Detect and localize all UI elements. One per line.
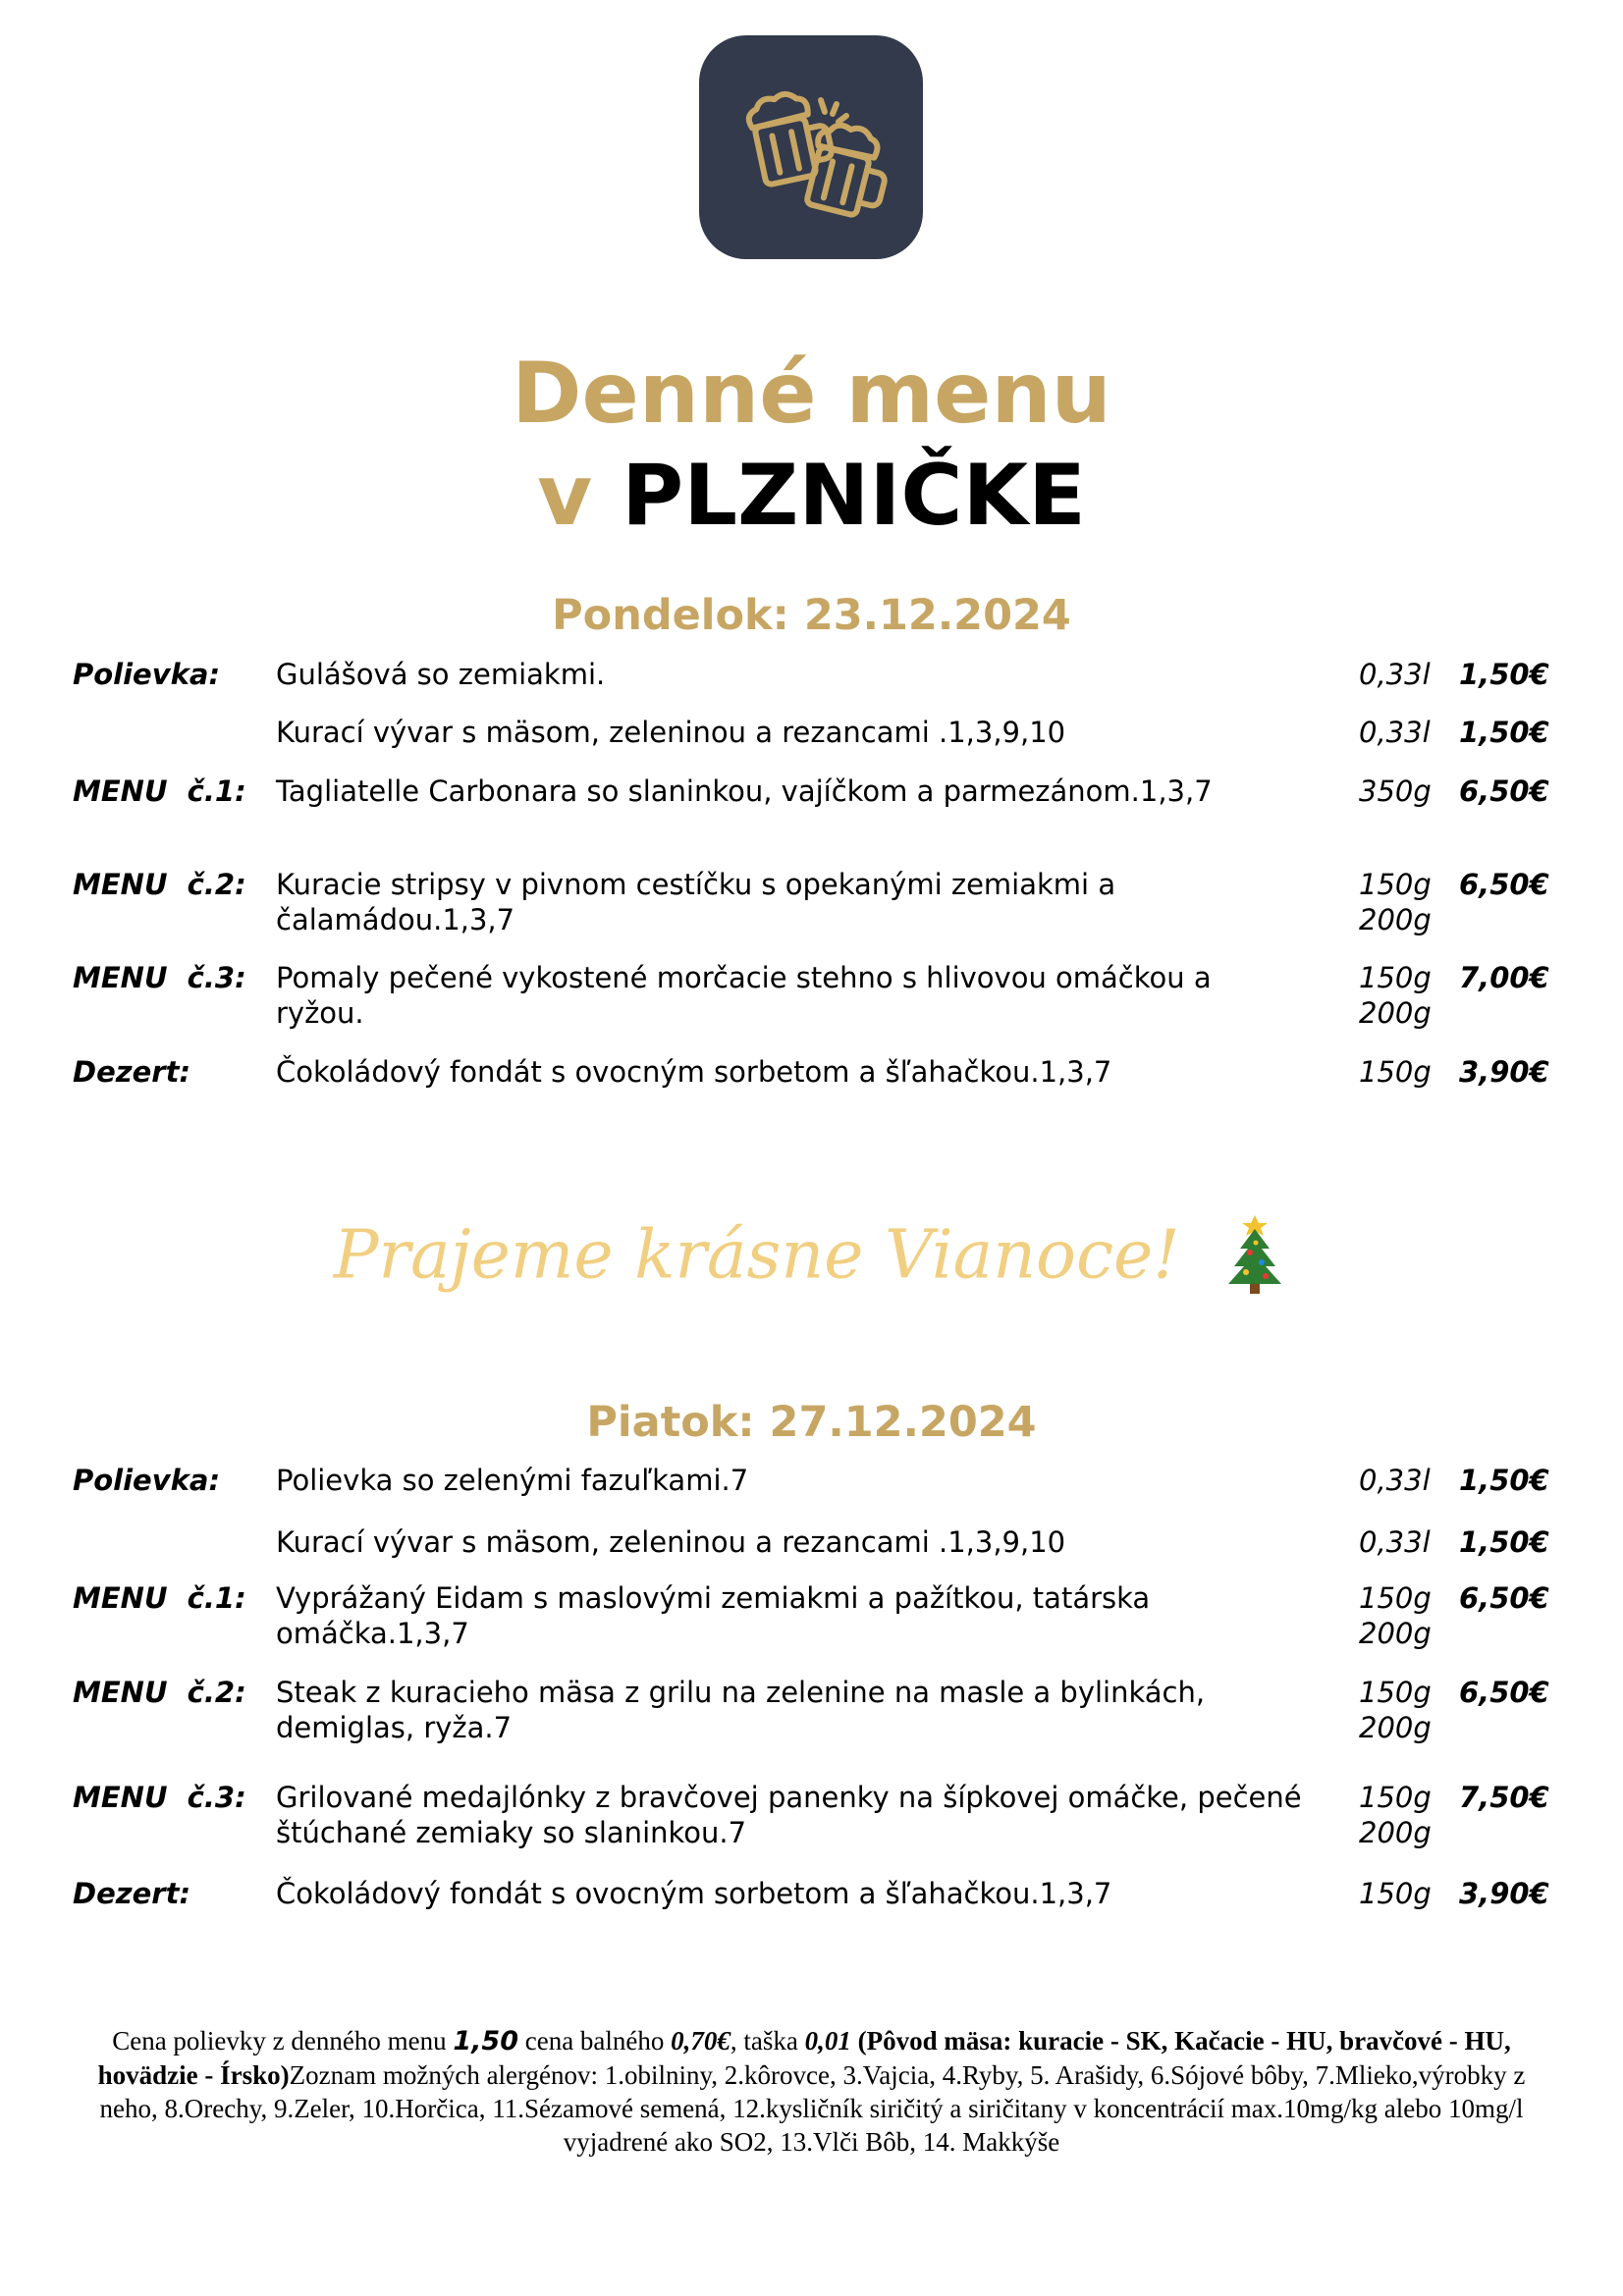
item-description: Grilované medajlónky z bravčovej panenky… <box>276 1781 1302 1849</box>
item-description: Gulášová so zemiakmi. <box>276 658 606 691</box>
item-label: Dezert: <box>73 1877 191 1910</box>
item-weight: 0,33l <box>1359 716 1431 749</box>
greeting-text: Prajeme krásne Vianoce! <box>333 1216 1180 1295</box>
christmas-tree-icon <box>1220 1213 1289 1308</box>
item-description: Pomaly pečené vykostené morčacie stehno … <box>276 961 1212 1030</box>
christmas-greeting: Prajeme krásne Vianoce! <box>0 1213 1623 1308</box>
item-price: 6,50€ <box>1459 1676 1549 1709</box>
item-label: Polievka: <box>73 1464 221 1497</box>
item-label: MENU č.3: <box>73 961 246 994</box>
item-label: Dezert: <box>73 1055 191 1089</box>
item-price: 6,50€ <box>1459 774 1549 808</box>
item-label: MENU č.1: <box>73 1581 246 1615</box>
item-price: 3,90€ <box>1459 1877 1549 1910</box>
item-price: 1,50€ <box>1459 1464 1549 1497</box>
item-description: Čokoládový fondát s ovocným sorbetom a š… <box>276 1055 1112 1089</box>
item-weight: 0,33l <box>1359 658 1431 691</box>
item-label: MENU č.1: <box>73 774 246 808</box>
title-name: PLZNIČKE <box>622 447 1086 545</box>
item-description: Vyprážaný Eidam s maslovými zemiakmi a p… <box>276 1581 1151 1650</box>
footer-text-1: Cena polievky z denného menu <box>112 2026 454 2056</box>
item-weight: 0,33l <box>1359 1464 1431 1497</box>
item-weight: 150g <box>1359 1877 1432 1910</box>
bag-price: 0,01 <box>804 2026 851 2056</box>
item-price: 6,50€ <box>1459 1581 1549 1615</box>
item-weight: 150g 200g <box>1359 1676 1432 1744</box>
item-description: Tagliatelle Carbonara so slaninkou, vají… <box>276 774 1213 808</box>
item-weight: 150g 200g <box>1359 1581 1432 1650</box>
item-price: 6,50€ <box>1459 868 1549 901</box>
footer-text-3: , taška <box>730 2026 805 2056</box>
item-description: Kurací vývar s mäsom, zeleninou a rezanc… <box>276 1525 1066 1559</box>
item-label: Polievka: <box>73 658 221 691</box>
packaging-price: 0,70€ <box>671 2026 730 2056</box>
item-description: Polievka so zelenými fazuľkami.7 <box>276 1464 749 1497</box>
item-label: MENU č.2: <box>73 868 246 901</box>
logo <box>699 35 923 259</box>
item-label: MENU č.2: <box>73 1676 246 1709</box>
day-heading-friday: Piatok: 27.12.2024 <box>586 1398 1037 1447</box>
item-description: Steak z kuracieho mäsa z grilu na zeleni… <box>276 1676 1206 1744</box>
day-heading-monday: Pondelok: 23.12.2024 <box>552 591 1071 640</box>
item-price: 1,50€ <box>1459 1525 1549 1559</box>
item-weight: 150g <box>1359 1055 1432 1089</box>
item-price: 7,00€ <box>1459 961 1549 994</box>
item-weight: 150g 200g <box>1359 961 1432 1030</box>
beer-mugs-icon <box>745 90 888 218</box>
item-weight: 150g 200g <box>1359 1781 1432 1849</box>
item-price: 3,90€ <box>1459 1055 1549 1089</box>
item-weight: 350g <box>1359 774 1432 808</box>
item-description: Kuracie stripsy v pivnom cestíčku s opek… <box>276 868 1116 936</box>
soup-price: 1,50 <box>453 2026 518 2056</box>
item-weight: 0,33l <box>1359 1525 1431 1559</box>
item-price: 7,50€ <box>1459 1781 1549 1814</box>
item-price: 1,50€ <box>1459 716 1549 749</box>
allergen-list: Zoznam možných alergénov: 1.obilniny, 2.… <box>99 2060 1526 2157</box>
item-label: MENU č.3: <box>73 1781 246 1814</box>
restaurant-name: v PLZNIČKE <box>0 454 1623 538</box>
menu-title: Denné menu <box>512 345 1111 443</box>
footer-text-2: cena balného <box>517 2026 672 2056</box>
item-price: 1,50€ <box>1459 658 1549 691</box>
title-prefix: v <box>537 447 593 545</box>
item-weight: 150g 200g <box>1359 868 1432 936</box>
item-description: Kurací vývar s mäsom, zeleninou a rezanc… <box>276 716 1066 749</box>
item-description: Čokoládový fondát s ovocným sorbetom a š… <box>276 1877 1112 1910</box>
price-and-allergen-note: Cena polievky z denného menu 1,50 cena b… <box>94 2024 1529 2159</box>
